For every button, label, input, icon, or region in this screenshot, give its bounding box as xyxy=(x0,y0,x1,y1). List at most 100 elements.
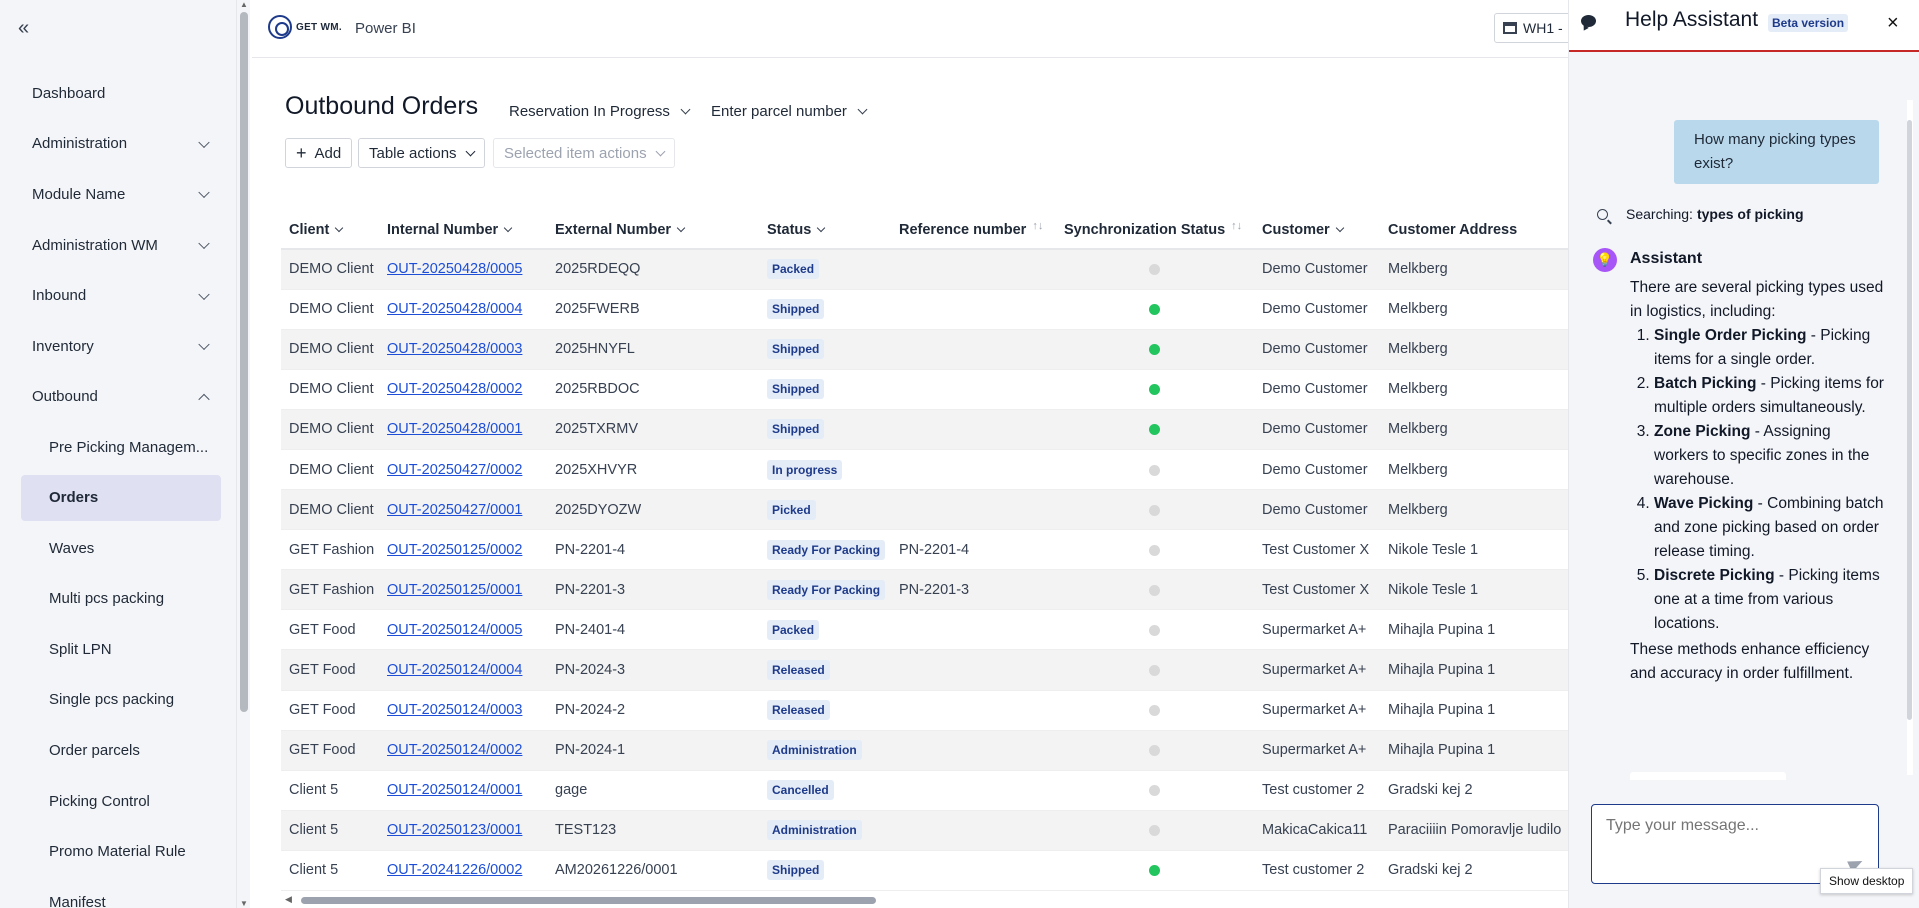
table-row[interactable]: GET Food OUT-20250124/0005 PN-2401-4 Packed… xyxy=(281,609,1568,651)
column-header-label: External Number xyxy=(555,221,672,238)
chevron-down-icon[interactable] xyxy=(503,223,513,232)
assistant-scrollbar[interactable] xyxy=(1907,100,1913,775)
chevron-down-icon[interactable] xyxy=(335,223,344,232)
scroll-down-arrow-icon[interactable]: ▼ xyxy=(240,899,248,908)
table-row[interactable]: DEMO Client OUT-20250428/0003 2025HNYFL Shi… xyxy=(281,329,1568,370)
status-filter-dropdown[interactable]: Reservation In Progress xyxy=(509,103,691,120)
order-link[interactable]: OUT-20250124/0005 xyxy=(387,622,522,638)
column-header-external-number[interactable]: External Number xyxy=(547,211,759,250)
column-header-status[interactable]: Status xyxy=(759,211,891,250)
order-link[interactable]: OUT-20250123/0001 xyxy=(387,822,522,838)
order-link[interactable]: OUT-20250427/0001 xyxy=(387,502,522,518)
order-link[interactable]: OUT-20250428/0001 xyxy=(387,421,522,437)
table-row[interactable]: Client 5 OUT-20250123/0001 TEST123 Administ… xyxy=(281,810,1568,851)
sidebar-item-inbound[interactable]: Inbound xyxy=(0,270,236,321)
order-link[interactable]: OUT-20250427/0002 xyxy=(387,462,522,478)
close-icon[interactable]: × xyxy=(1887,12,1899,35)
chat-bubble-icon[interactable] xyxy=(1581,15,1596,27)
sidebar-item-administration-wm[interactable]: Administration WM xyxy=(0,220,236,271)
table-row[interactable]: DEMO Client OUT-20250428/0005 2025RDEQQ Pac… xyxy=(281,249,1568,290)
cell-reference xyxy=(891,730,1056,771)
picking-type-name: Single Order Picking xyxy=(1654,327,1807,344)
order-link[interactable]: OUT-20250125/0002 xyxy=(387,542,522,558)
sidebar-item-outbound[interactable]: Outbound xyxy=(0,372,236,423)
sidebar-subitem-promo-material-rule[interactable]: Promo Material Rule xyxy=(0,826,236,877)
column-header-customer[interactable]: Customer xyxy=(1254,211,1380,250)
sidebar-scrollbar[interactable]: ▲ ▼ xyxy=(236,0,250,908)
add-button[interactable]: + Add xyxy=(285,138,353,168)
table-horizontal-scrollbar[interactable]: ◀ xyxy=(283,894,1283,906)
table-row[interactable]: DEMO Client OUT-20250427/0001 2025DYOZW Pic… xyxy=(281,489,1568,531)
scroll-up-arrow-icon[interactable]: ▲ xyxy=(240,0,248,9)
get-wm-logo[interactable]: GET WM. xyxy=(268,15,342,39)
warehouse-selector[interactable]: WH1 - xyxy=(1494,13,1574,43)
column-header-reference-number[interactable]: Reference number ↑↓ xyxy=(891,211,1056,250)
order-link[interactable]: OUT-20250124/0002 xyxy=(387,742,522,758)
cell-address: Melkberg xyxy=(1380,489,1568,531)
table-row[interactable]: DEMO Client OUT-20250427/0002 2025XHVYR In … xyxy=(281,449,1568,491)
order-link[interactable]: OUT-20250428/0004 xyxy=(387,301,522,317)
sidebar-item-dashboard[interactable]: Dashboard xyxy=(0,68,236,119)
chevron-down-icon[interactable] xyxy=(817,223,826,232)
chevron-down-icon xyxy=(680,104,691,115)
sidebar-item-label: Pre Picking Managem... xyxy=(49,438,209,456)
power-bi-link[interactable]: Power BI xyxy=(355,20,416,37)
table-row[interactable]: Client 5 OUT-20250124/0001 gage Cancelled Te… xyxy=(281,770,1568,811)
cell-client: DEMO Client xyxy=(281,249,379,290)
column-header-customer-address[interactable]: Customer Address xyxy=(1380,211,1568,250)
table-row[interactable]: GET Fashion OUT-20250125/0001 PN-2201-3 Rea… xyxy=(281,569,1568,611)
sidebar-subitem-split-lpn[interactable]: Split LPN xyxy=(0,624,236,675)
order-link[interactable]: OUT-20250124/0004 xyxy=(387,662,522,678)
sort-icon[interactable]: ↑↓ xyxy=(1032,220,1043,232)
parcel-number-dropdown[interactable]: Enter parcel number xyxy=(711,103,868,120)
column-header-synchronization-status[interactable]: Synchronization Status ↑↓ xyxy=(1056,211,1254,250)
sidebar-item-administration[interactable]: Administration xyxy=(0,119,236,170)
table-row[interactable]: DEMO Client OUT-20250428/0004 2025FWERB Shi… xyxy=(281,289,1568,330)
column-header-internal-number[interactable]: Internal Number xyxy=(379,211,547,250)
picking-type-item: Wave Picking - Combining batch and zone … xyxy=(1654,492,1885,564)
cell-external: 2025HNYFL xyxy=(547,329,759,370)
order-link[interactable]: OUT-20250125/0001 xyxy=(387,582,522,598)
order-link[interactable]: OUT-20241226/0002 xyxy=(387,862,522,878)
chevron-down-icon xyxy=(198,339,210,351)
order-link[interactable]: OUT-20250428/0002 xyxy=(387,381,522,397)
sort-icon[interactable]: ↑↓ xyxy=(1231,220,1242,232)
sidebar-subitem-pre-picking-managem-[interactable]: Pre Picking Managem... xyxy=(0,422,236,473)
sidebar-subitem-waves[interactable]: Waves xyxy=(0,523,236,574)
table-row[interactable]: GET Food OUT-20250124/0004 PN-2024-3 Releas… xyxy=(281,649,1568,691)
sidebar-subitem-multi-pcs-packing[interactable]: Multi pcs packing xyxy=(0,573,236,624)
chevron-down-icon[interactable] xyxy=(1335,223,1344,232)
sidebar-subitem-order-parcels[interactable]: Order parcels xyxy=(0,725,236,776)
table-row[interactable]: GET Food OUT-20250124/0002 PN-2024-1 Admini… xyxy=(281,730,1568,771)
table-row[interactable]: Client 5 OUT-20241226/0002 AM20261226/0001… xyxy=(281,850,1568,892)
sidebar-subitem-manifest[interactable]: Manifest xyxy=(0,877,236,908)
table-scroll-thumb[interactable] xyxy=(301,897,876,904)
assistant-scroll-thumb[interactable] xyxy=(1907,120,1912,720)
order-link[interactable]: OUT-20250428/0005 xyxy=(387,261,522,277)
sidebar-subitem-orders[interactable]: Orders xyxy=(21,474,221,521)
collapse-sidebar-button[interactable]: « xyxy=(18,18,29,38)
table-row[interactable]: GET Fashion OUT-20250125/0002 PN-2201-4 Rea… xyxy=(281,529,1568,571)
column-header-label: Customer xyxy=(1262,221,1330,238)
table-row[interactable]: GET Food OUT-20250124/0003 PN-2024-2 Releas… xyxy=(281,690,1568,731)
table-row[interactable]: DEMO Client OUT-20250428/0001 2025TXRMV Shi… xyxy=(281,409,1568,450)
sync-status-dot-icon xyxy=(1149,705,1160,717)
order-link[interactable]: OUT-20250124/0001 xyxy=(387,782,522,798)
sidebar-item-inventory[interactable]: Inventory xyxy=(0,321,236,372)
user-message-bubble: How many picking types exist? xyxy=(1674,120,1879,184)
sidebar-scroll-thumb[interactable] xyxy=(240,12,248,712)
table-actions-button[interactable]: Table actions xyxy=(358,138,485,168)
order-link[interactable]: OUT-20250428/0003 xyxy=(387,341,522,357)
logo-mark-icon xyxy=(268,15,292,39)
order-link[interactable]: OUT-20250124/0003 xyxy=(387,702,522,718)
column-header-client[interactable]: Client xyxy=(281,211,379,250)
sync-status-dot-icon xyxy=(1149,424,1160,436)
scroll-left-arrow-icon[interactable]: ◀ xyxy=(285,894,292,905)
sidebar-item-module-name[interactable]: Module Name xyxy=(0,169,236,220)
sidebar-subitem-picking-control[interactable]: Picking Control xyxy=(0,776,236,827)
table-row[interactable]: DEMO Client OUT-20250428/0002 2025RBDOC Shi… xyxy=(281,369,1568,410)
cell-customer: Demo Customer xyxy=(1254,489,1380,531)
selected-item-actions-button[interactable]: Selected item actions xyxy=(493,138,675,168)
chevron-down-icon[interactable] xyxy=(676,223,686,232)
sidebar-subitem-single-pcs-packing[interactable]: Single pcs packing xyxy=(0,675,236,726)
